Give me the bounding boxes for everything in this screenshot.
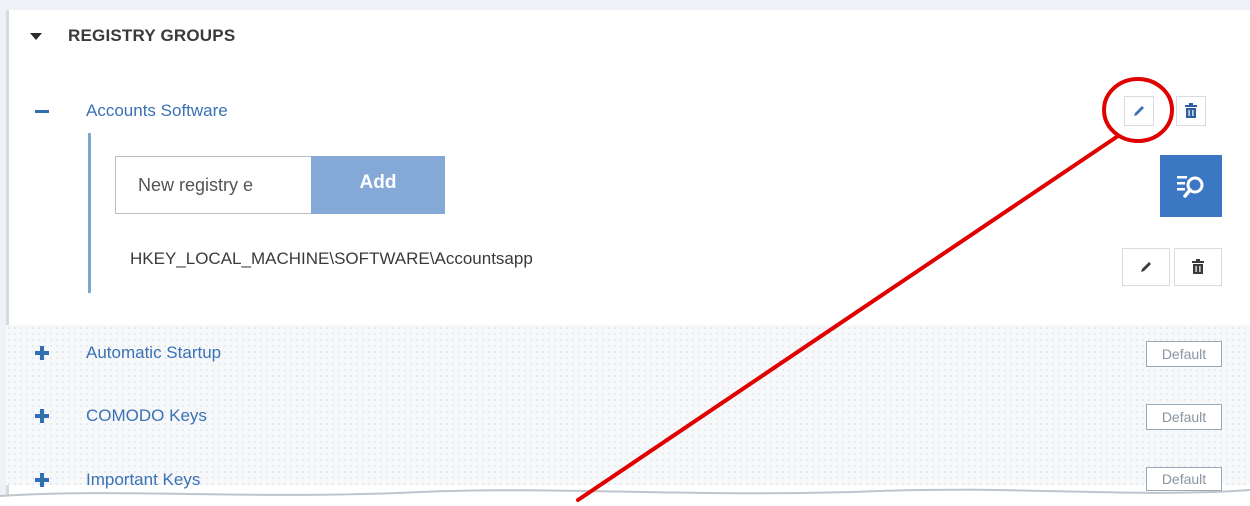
group-name[interactable]: Automatic Startup <box>86 343 221 363</box>
section-title: REGISTRY GROUPS <box>68 26 236 45</box>
search-list-icon <box>1177 176 1204 198</box>
plus-icon[interactable] <box>30 404 54 428</box>
entry-edit-button[interactable] <box>1122 248 1170 286</box>
registry-entry-path: HKEY_LOCAL_MACHINE\SOFTWARE\Accountsapp <box>130 249 533 268</box>
default-badge: Default <box>1146 341 1222 367</box>
group-row-automatic-startup: Automatic Startup <box>30 338 221 368</box>
group-row-accounts-software: Accounts Software <box>30 96 228 126</box>
group-row-comodo-keys: COMODO Keys <box>30 401 207 431</box>
new-registry-entry-input[interactable] <box>115 156 311 214</box>
entry-delete-button[interactable] <box>1174 248 1222 286</box>
trash-icon <box>1192 259 1204 274</box>
group-name[interactable]: Accounts Software <box>86 101 228 121</box>
section-header[interactable]: REGISTRY GROUPS <box>30 24 235 48</box>
torn-edge <box>0 488 1250 506</box>
add-button[interactable]: Add <box>311 156 445 214</box>
group-name[interactable]: COMODO Keys <box>86 406 207 426</box>
pencil-icon <box>1134 106 1144 116</box>
caret-down-icon[interactable] <box>30 32 42 40</box>
group-edit-button[interactable] <box>1124 96 1154 126</box>
plus-icon[interactable] <box>30 341 54 365</box>
group-delete-button[interactable] <box>1176 96 1206 126</box>
minus-icon[interactable] <box>30 99 54 123</box>
trash-icon <box>1185 103 1197 118</box>
default-badge: Default <box>1146 404 1222 430</box>
pencil-icon <box>1141 262 1151 272</box>
expanded-indicator-bar <box>88 133 91 293</box>
browse-registry-button[interactable] <box>1160 155 1222 217</box>
